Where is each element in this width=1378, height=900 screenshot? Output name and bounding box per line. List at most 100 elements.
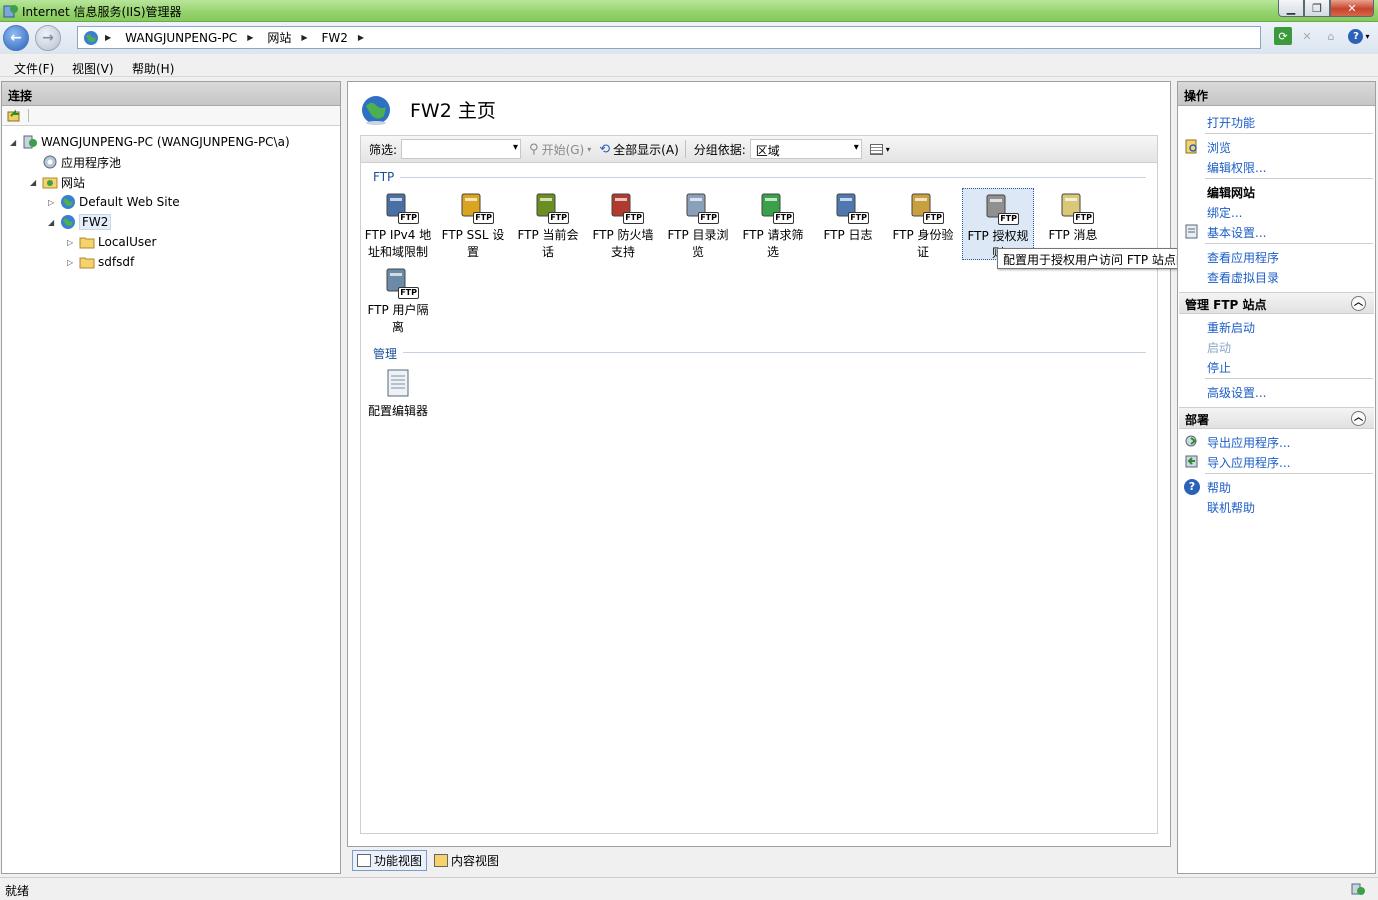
help-icon: ? bbox=[1184, 479, 1200, 495]
group-by-select[interactable]: 区域 bbox=[749, 139, 862, 159]
actions-panel: 操作 打开功能 浏览 编辑权限... 编辑网站 绑定... 基本设置... 查看… bbox=[1177, 81, 1376, 874]
maximize-button[interactable]: ❐ bbox=[1304, 0, 1330, 17]
collapse-manage-icon[interactable]: ︿ bbox=[1351, 296, 1366, 311]
action-edit-permissions[interactable]: 编辑权限... bbox=[1207, 159, 1266, 176]
action-basic-settings[interactable]: 基本设置... bbox=[1207, 224, 1266, 241]
browse-icon bbox=[1185, 139, 1197, 154]
stop-icon[interactable]: ✕ bbox=[1298, 27, 1316, 45]
tree-node-sdfsdf[interactable]: ▷ sdfsdf bbox=[67, 252, 134, 272]
folder-icon bbox=[79, 257, 95, 269]
server-icon bbox=[23, 135, 37, 149]
breadcrumb-fw2[interactable]: FW2 ▶ bbox=[322, 31, 373, 45]
minimize-button[interactable]: ▁ bbox=[1278, 0, 1304, 17]
feature-user-isolation[interactable]: FTP FTP 用户隔离 bbox=[362, 263, 434, 335]
action-view-vdirs[interactable]: 查看虚拟目录 bbox=[1207, 269, 1279, 286]
website-globe-icon bbox=[61, 195, 75, 209]
action-help[interactable]: 帮助 bbox=[1207, 479, 1231, 496]
menu-view[interactable]: 视图(V) bbox=[72, 60, 114, 77]
action-browse[interactable]: 浏览 bbox=[1207, 139, 1231, 156]
feature-label: FTP 当前会话 bbox=[517, 228, 579, 259]
address-toolbar: ← → ▶ WANGJUNPENG-PC ▶ 网站 ▶ FW2 ▶ ⟳ ✕ ⌂ … bbox=[0, 22, 1378, 54]
forward-button[interactable]: → bbox=[35, 25, 61, 51]
refresh-icon[interactable]: ⟳ bbox=[1274, 27, 1292, 45]
action-open-feature[interactable]: 打开功能 bbox=[1207, 114, 1255, 131]
feature-firewall[interactable]: FTP FTP 防火墙支持 bbox=[587, 188, 659, 260]
show-all-button[interactable]: ⟲ 全部显示(A) bbox=[599, 141, 678, 158]
group-management-header: 管理 bbox=[373, 347, 398, 361]
tree-node-default-web-site[interactable]: ▷ Default Web Site bbox=[48, 192, 180, 212]
tree-node-app-pools[interactable]: 应用程序池 bbox=[30, 152, 121, 172]
view-mode-button[interactable]: ▾ bbox=[869, 143, 890, 155]
collapse-arrow-icon[interactable]: ◢ bbox=[30, 178, 40, 187]
feature-current-sessions[interactable]: FTP FTP 当前会话 bbox=[512, 188, 584, 260]
firewall-icon: FTP bbox=[606, 190, 644, 224]
action-advanced-settings[interactable]: 高级设置... bbox=[1207, 384, 1266, 401]
action-import-app[interactable]: 导入应用程序... bbox=[1207, 454, 1290, 471]
action-start[interactable]: 启动 bbox=[1207, 339, 1231, 356]
section-manage-ftp: 管理 FTP 站点 ︿ bbox=[1179, 292, 1374, 314]
action-bindings[interactable]: 绑定... bbox=[1207, 204, 1242, 221]
menu-bar: 文件(F) 视图(V) 帮助(H) bbox=[0, 57, 1378, 77]
status-text: 就绪 bbox=[5, 884, 30, 898]
collapse-arrow-icon[interactable]: ◢ bbox=[10, 138, 20, 147]
feature-request-filtering[interactable]: FTP FTP 请求筛选 bbox=[737, 188, 809, 260]
user-isolation-icon: FTP bbox=[381, 265, 419, 299]
breadcrumb-sites[interactable]: 网站 ▶ bbox=[267, 29, 315, 46]
back-button[interactable]: ← bbox=[3, 25, 29, 51]
content-view-icon bbox=[434, 854, 449, 867]
feature-label: FTP 防火墙支持 bbox=[592, 228, 654, 259]
close-button[interactable]: ✕ bbox=[1330, 0, 1374, 17]
start-filter-button[interactable]: ⚲ 开始(G) ▾ bbox=[529, 141, 591, 158]
logging-icon: FTP bbox=[831, 190, 869, 224]
feature-ssl-lock[interactable]: FTP FTP SSL 设置 bbox=[437, 188, 509, 260]
feature-label: FTP 请求筛选 bbox=[742, 228, 804, 259]
expand-arrow-icon[interactable]: ▷ bbox=[67, 258, 77, 267]
features-panel: FW2 主页 筛选: ⚲ 开始(G) ▾ ⟲ 全部显示(A) 分组依据: 区域 … bbox=[347, 81, 1171, 847]
ssl-lock-icon: FTP bbox=[456, 190, 494, 224]
ftp-site-globe-icon bbox=[61, 215, 75, 229]
address-bar[interactable]: ▶ WANGJUNPENG-PC ▶ 网站 ▶ FW2 ▶ bbox=[77, 26, 1261, 49]
feature-configuration-editor[interactable]: 配置编辑器 bbox=[362, 364, 434, 436]
feature-authentication[interactable]: FTP FTP 身份验证 bbox=[887, 188, 959, 260]
feature-logging[interactable]: FTP FTP 日志 bbox=[812, 188, 884, 260]
request-filtering-icon: FTP bbox=[756, 190, 794, 224]
action-online-help[interactable]: 联机帮助 bbox=[1207, 499, 1255, 516]
tree-node-server[interactable]: ◢ WANGJUNPENG-PC (WANGJUNPENG-PC\a) bbox=[10, 132, 290, 152]
collapse-arrow-icon[interactable]: ◢ bbox=[48, 218, 58, 227]
connect-icon[interactable] bbox=[7, 109, 21, 122]
tree-node-fw2[interactable]: ◢ FW2 bbox=[48, 212, 112, 232]
action-restart[interactable]: 重新启动 bbox=[1207, 319, 1255, 336]
action-edit-site-heading: 编辑网站 bbox=[1207, 186, 1256, 200]
settings-doc-icon bbox=[1185, 224, 1198, 239]
collapse-deploy-icon[interactable]: ︿ bbox=[1351, 411, 1366, 426]
messages-icon: FTP bbox=[1056, 190, 1094, 224]
filter-input[interactable] bbox=[401, 139, 522, 159]
sites-folder-icon bbox=[42, 177, 58, 189]
feature-directory-browsing[interactable]: FTP FTP 目录浏览 bbox=[662, 188, 734, 260]
menu-help[interactable]: 帮助(H) bbox=[132, 60, 174, 77]
network-status-icon bbox=[1351, 883, 1365, 895]
breadcrumb-server[interactable]: WANGJUNPENG-PC ▶ bbox=[125, 31, 261, 45]
tab-features-view[interactable]: 功能视图 bbox=[352, 850, 428, 871]
help-dropdown-icon[interactable]: ? ▾ bbox=[1346, 27, 1372, 45]
feature-ipv4-restrictions[interactable]: FTP FTP IPv4 地址和域限制 bbox=[362, 188, 434, 260]
directory-browsing-icon: FTP bbox=[681, 190, 719, 224]
export-app-icon bbox=[1185, 435, 1197, 447]
feature-label: FTP SSL 设置 bbox=[441, 228, 505, 259]
action-view-apps[interactable]: 查看应用程序 bbox=[1207, 249, 1279, 266]
action-stop[interactable]: 停止 bbox=[1207, 359, 1231, 376]
ipv4-restrictions-icon: FTP bbox=[381, 190, 419, 224]
binoculars-icon: ⚲ bbox=[529, 141, 539, 157]
tree-node-localuser[interactable]: ▷ LocalUser bbox=[67, 232, 156, 252]
group-by-label: 分组依据: bbox=[693, 142, 746, 157]
menu-file[interactable]: 文件(F) bbox=[14, 60, 54, 77]
tab-content-view[interactable]: 内容视图 bbox=[429, 850, 504, 871]
home-icon[interactable]: ⌂ bbox=[1322, 27, 1340, 45]
authorization-rules-icon: FTP bbox=[981, 191, 1019, 225]
expand-arrow-icon[interactable]: ▷ bbox=[67, 238, 77, 247]
action-export-app[interactable]: 导出应用程序... bbox=[1207, 434, 1290, 451]
tree-node-sites[interactable]: ◢ 网站 bbox=[30, 172, 85, 192]
connections-header: 连接 bbox=[2, 82, 340, 106]
expand-arrow-icon[interactable]: ▷ bbox=[48, 198, 58, 207]
features-view-icon bbox=[357, 854, 371, 867]
